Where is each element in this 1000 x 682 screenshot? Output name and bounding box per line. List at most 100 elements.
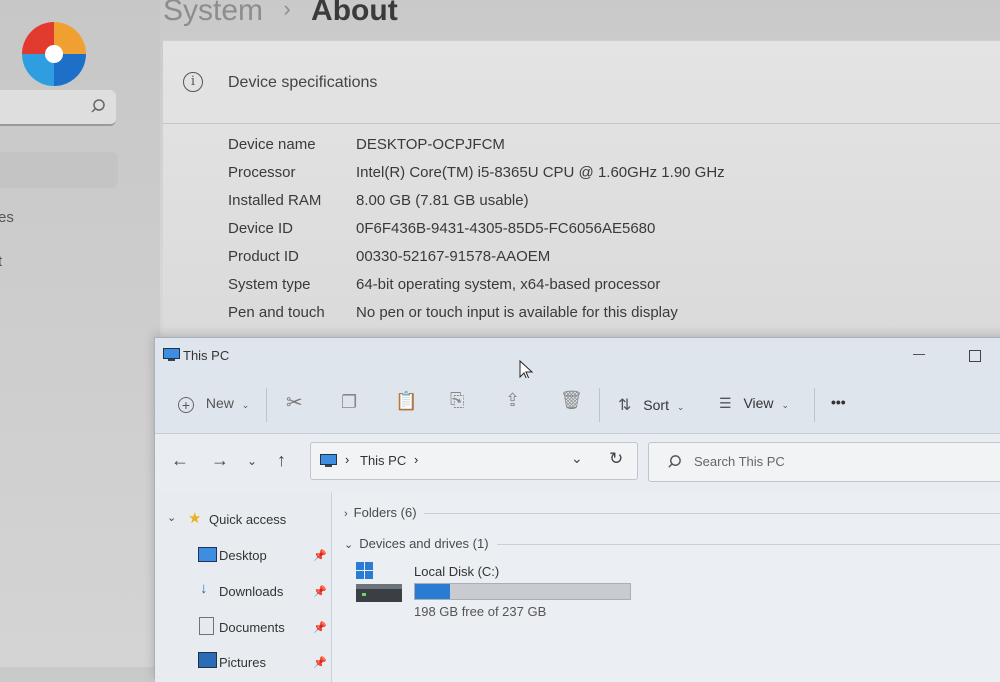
rename-icon[interactable]: ⎘	[450, 390, 464, 411]
spec-value: 0F6F436B-9431-4305-85D5-FC6056AE5680	[356, 220, 656, 237]
sort-button-label: Sort	[643, 397, 669, 413]
pin-icon[interactable]: 📌	[313, 549, 327, 562]
spec-card-header[interactable]: i Device specifications	[163, 41, 1000, 124]
navigation-pane: ⌄ ★ Quick access Desktop 📌 ↓ Downloads 📌…	[155, 492, 332, 682]
view-button-label: View	[743, 395, 774, 411]
spec-row: Device ID 0F6F436B-9431-4305-85D5-FC6056A…	[228, 220, 655, 237]
spec-value: 64-bit operating system, x64-based proce…	[356, 276, 661, 293]
window-title: This PC	[183, 348, 230, 363]
spec-card-title: Device specifications	[228, 74, 378, 91]
chevron-down-icon: ⌄	[241, 400, 250, 410]
settings-sidebar: es t	[0, 0, 160, 667]
nav-item-desktop[interactable]: Desktop	[219, 548, 267, 563]
spec-label: System type	[228, 276, 311, 293]
paste-icon[interactable]: 📋	[395, 391, 417, 412]
this-pc-icon	[163, 348, 180, 361]
spec-value: Intel(R) Core(TM) i5-8365U CPU @ 1.60GHz…	[356, 164, 725, 181]
forward-arrow-icon[interactable]: →	[211, 450, 229, 471]
search-icon	[668, 455, 681, 468]
drive-name: Local Disk (C:)	[414, 564, 500, 579]
breadcrumb: System › About	[163, 0, 398, 28]
pin-icon[interactable]: 📌	[313, 656, 327, 669]
pictures-icon	[198, 652, 217, 668]
nav-item-quick-access[interactable]: Quick access	[209, 512, 286, 527]
spec-row: Device name DESKTOP-OCPJFCM	[228, 136, 505, 153]
spec-value: 00330-52167-91578-AAOEM	[356, 248, 551, 265]
new-button-label: New	[205, 395, 234, 411]
spec-value: 8.00 GB (7.81 GB usable)	[356, 192, 529, 209]
star-icon: ★	[188, 510, 202, 527]
breadcrumb-separator: ›	[283, 0, 291, 21]
spec-label: Installed RAM	[228, 192, 322, 209]
spec-label: Pen and touch	[228, 304, 325, 321]
back-arrow-icon[interactable]: ←	[171, 450, 189, 471]
spec-row: System type 64-bit operating system, x64-…	[228, 276, 660, 293]
maximize-button[interactable]	[969, 350, 981, 362]
spec-row: Product ID 00330-52167-91578-AAOEM	[228, 248, 550, 265]
drive-usage-fill	[415, 584, 451, 599]
collapse-chevron-icon: ⌄	[344, 539, 354, 551]
command-bar: + New ⌄ ✂ ❐ 📋 ⎘ ⇪ 🗑 ⇅ Sort ⌄ ☰ View ⌄ ••…	[155, 378, 1000, 434]
more-options-button[interactable]: •••	[831, 394, 846, 410]
address-location[interactable]: This PC	[360, 453, 406, 468]
sort-button[interactable]: ⇅ Sort ⌄	[618, 395, 684, 415]
breadcrumb-separator: ›	[414, 452, 419, 467]
toolbar-divider	[599, 388, 600, 422]
file-explorer-window: This PC + New ⌄ ✂ ❐ 📋 ⎘ ⇪ 🗑 ⇅ Sort ⌄ ☰ V…	[154, 337, 1000, 682]
search-placeholder: Search This PC	[694, 454, 785, 469]
expand-chevron-icon: ›	[344, 508, 348, 520]
nav-item-pictures[interactable]: Pictures	[219, 655, 266, 670]
address-dropdown-icon[interactable]: ⌄	[571, 450, 583, 467]
spec-label: Device name	[228, 136, 316, 153]
chevron-down-icon: ⌄	[676, 402, 685, 412]
address-bar[interactable]: › This PC › ⌄ ↻	[310, 442, 638, 480]
folders-group-header[interactable]: › Folders (6)	[344, 505, 417, 520]
sidebar-item[interactable]: es	[0, 209, 14, 226]
spec-label: Processor	[228, 164, 296, 181]
settings-search-box[interactable]	[0, 90, 116, 126]
view-icon: ☰	[719, 395, 732, 411]
group-divider	[497, 544, 1000, 545]
expand-chevron-icon[interactable]: ⌄	[167, 511, 176, 524]
devices-group-label: Devices and drives (1)	[359, 536, 489, 551]
chevron-down-icon: ⌄	[781, 400, 789, 410]
search-box[interactable]: Search This PC	[648, 442, 1000, 482]
cut-icon[interactable]: ✂	[286, 390, 303, 415]
page-title: About	[311, 0, 398, 27]
folders-group-label: Folders (6)	[353, 505, 417, 520]
minimize-button[interactable]	[913, 354, 925, 355]
spec-value: No pen or touch input is available for t…	[356, 304, 678, 321]
toolbar-divider	[814, 388, 815, 422]
breadcrumb-parent[interactable]: System	[163, 0, 263, 27]
delete-icon[interactable]: 🗑	[560, 390, 583, 411]
pin-icon[interactable]: 📌	[313, 621, 327, 634]
up-arrow-icon[interactable]: ↑	[277, 450, 286, 471]
search-icon	[91, 99, 105, 113]
this-pc-icon	[320, 454, 337, 467]
copy-icon[interactable]: ❐	[341, 392, 357, 413]
nav-item-downloads[interactable]: Downloads	[219, 584, 283, 599]
sidebar-selected-item[interactable]	[0, 152, 118, 188]
plus-circle-icon: +	[178, 397, 194, 413]
title-bar[interactable]: This PC	[155, 338, 1000, 381]
breadcrumb-separator: ›	[345, 452, 350, 467]
drive-free-space: 198 GB free of 237 GB	[414, 604, 547, 619]
app-logo-icon	[22, 22, 86, 86]
pin-icon[interactable]: 📌	[313, 585, 327, 598]
group-divider	[424, 513, 1000, 514]
refresh-icon[interactable]: ↻	[609, 449, 623, 469]
new-button[interactable]: + New ⌄	[178, 395, 249, 413]
devices-group-header[interactable]: ⌄ Devices and drives (1)	[344, 536, 489, 551]
spec-label: Product ID	[228, 248, 299, 265]
info-icon: i	[183, 72, 203, 92]
view-button[interactable]: ☰ View ⌄	[719, 395, 789, 412]
documents-icon	[199, 617, 214, 635]
navigation-bar: ← → ⌄ ↑ › This PC › ⌄ ↻ Search This PC	[155, 434, 1000, 492]
spec-row: Installed RAM 8.00 GB (7.81 GB usable)	[228, 192, 529, 209]
sidebar-item[interactable]: t	[0, 253, 2, 270]
recent-locations-chevron-icon[interactable]: ⌄	[247, 454, 257, 468]
toolbar-divider	[266, 388, 267, 422]
share-icon[interactable]: ⇪	[505, 390, 520, 411]
drive-usage-bar	[414, 583, 631, 600]
nav-item-documents[interactable]: Documents	[219, 620, 285, 635]
